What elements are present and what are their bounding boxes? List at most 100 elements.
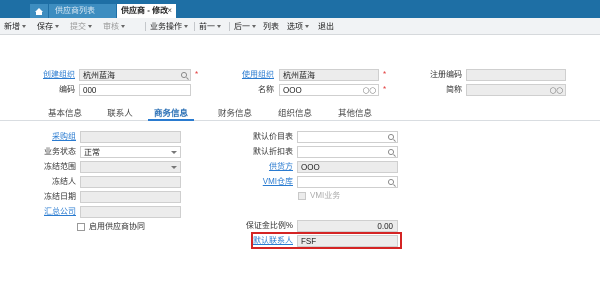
freezer-label: 冻结人 — [52, 177, 76, 186]
vmi-warehouse-label[interactable]: VMI仓库 — [240, 176, 293, 188]
audit-button[interactable]: 审核 — [103, 18, 125, 35]
vmi-warehouse-field[interactable] — [297, 176, 398, 188]
chevron-down-icon — [184, 25, 188, 29]
list-button-label: 列表 — [263, 22, 279, 31]
tab-basic-info[interactable]: 基本信息 — [40, 106, 90, 120]
audit-button-label: 审核 — [103, 22, 119, 31]
freezer-field[interactable] — [80, 176, 181, 188]
tab-finance-info[interactable]: 财务信息 — [212, 106, 258, 120]
code-label: 编码 — [59, 85, 75, 94]
required-mark: * — [383, 70, 387, 79]
settle-company-field[interactable] — [80, 206, 181, 218]
freeze-scope-select[interactable] — [80, 161, 181, 173]
submit-button[interactable]: 提交 — [70, 18, 92, 35]
tab-divider — [0, 120, 600, 121]
highlight-box — [251, 232, 402, 249]
search-icon[interactable] — [181, 72, 187, 78]
collab-label: 启用供应商协同 — [89, 222, 145, 231]
chevron-down-icon — [171, 166, 177, 169]
create-org-field[interactable]: 杭州蓝海 — [79, 69, 191, 81]
multilang-icon[interactable]: ◯◯ — [363, 88, 376, 94]
deposit-ratio-value: 0.00 — [377, 222, 393, 231]
chevron-down-icon — [171, 151, 177, 154]
freeze-scope-label: 冻结范围 — [44, 162, 76, 171]
chevron-down-icon — [252, 25, 256, 29]
toolbar-divider — [145, 22, 146, 31]
active-tab-indicator — [148, 119, 194, 121]
create-org-label[interactable]: 创建组织 — [40, 69, 75, 81]
prev-button[interactable]: 前一 — [199, 18, 221, 35]
default-discount-field[interactable] — [297, 146, 398, 158]
search-icon[interactable] — [388, 179, 394, 185]
chevron-down-icon — [88, 25, 92, 29]
supplier-value: OOO — [301, 163, 320, 172]
save-button[interactable]: 保存 — [37, 18, 59, 35]
settle-company-label[interactable]: 汇总公司 — [36, 206, 76, 218]
chevron-down-icon — [217, 25, 221, 29]
freeze-date-field[interactable] — [80, 191, 181, 203]
exit-button[interactable]: 退出 — [318, 18, 334, 35]
supplier-label[interactable]: 供货方 — [240, 161, 293, 173]
default-price-list-field[interactable] — [297, 131, 398, 143]
use-org-label[interactable]: 使用组织 — [232, 69, 274, 81]
tab-other-info[interactable]: 其他信息 — [332, 106, 378, 120]
chevron-down-icon — [121, 25, 125, 29]
toolbar-divider — [229, 22, 230, 31]
business-ops-button[interactable]: 业务操作 — [150, 18, 188, 35]
list-button[interactable]: 列表 — [263, 18, 279, 35]
name-field[interactable]: OOO ◯◯ — [279, 84, 379, 96]
search-icon[interactable] — [388, 149, 394, 155]
short-name-field[interactable]: ◯◯ — [466, 84, 566, 96]
toolbar-divider — [194, 22, 195, 31]
submit-button-label: 提交 — [70, 22, 86, 31]
buyer-group-label[interactable]: 采购组 — [36, 131, 76, 143]
name-value: OOO — [283, 86, 302, 95]
next-button[interactable]: 后一 — [234, 18, 256, 35]
search-icon[interactable] — [388, 134, 394, 140]
reg-code-label: 注册编码 — [430, 70, 462, 79]
status-label: 业务状态 — [44, 147, 76, 156]
chevron-down-icon — [305, 25, 309, 29]
reg-code-field[interactable] — [466, 69, 566, 81]
business-ops-button-label: 业务操作 — [150, 22, 182, 31]
status-value: 正常 — [84, 148, 100, 157]
tab-supplier-edit[interactable]: 供应商 - 修改 × — [117, 4, 176, 18]
supplier-field[interactable]: OOO — [297, 161, 398, 173]
buyer-group-field[interactable] — [80, 131, 181, 143]
home-tab[interactable] — [30, 4, 48, 18]
options-button-label: 选项 — [287, 22, 303, 31]
deposit-ratio-label: 保证金比例% — [245, 221, 293, 230]
freeze-date-label: 冻结日期 — [44, 192, 76, 201]
close-icon[interactable]: × — [167, 4, 172, 18]
required-mark: * — [195, 70, 199, 79]
chevron-down-icon — [55, 25, 59, 29]
vmi-business-checkbox[interactable] — [298, 192, 306, 200]
vmi-business-label: VMI业务 — [310, 191, 341, 200]
tab-supplier-edit-label: 供应商 - 修改 — [121, 6, 169, 15]
deposit-ratio-field[interactable]: 0.00 — [297, 220, 398, 232]
prev-button-label: 前一 — [199, 22, 215, 31]
save-button-label: 保存 — [37, 22, 53, 31]
chevron-down-icon — [22, 25, 26, 29]
next-button-label: 后一 — [234, 22, 250, 31]
toolbar: 新增 保存 提交 审核 业务操作 前一 后一 列表 选项 退出 — [0, 18, 600, 35]
tab-contacts[interactable]: 联系人 — [100, 106, 140, 120]
tab-supplier-list[interactable]: 供应商列表 — [49, 4, 116, 18]
new-button-label: 新增 — [4, 22, 20, 31]
name-label: 名称 — [258, 85, 274, 94]
tab-business-info[interactable]: 商务信息 — [148, 106, 194, 120]
multilang-icon[interactable]: ◯◯ — [550, 88, 563, 94]
code-field[interactable]: 000 — [79, 84, 191, 96]
default-price-list-label: 默认价目表 — [253, 132, 293, 141]
collab-checkbox[interactable] — [77, 223, 85, 231]
tab-supplier-list-label: 供应商列表 — [55, 6, 95, 15]
short-name-label: 简称 — [446, 85, 462, 94]
required-mark: * — [383, 85, 387, 94]
code-value: 000 — [83, 86, 97, 95]
options-button[interactable]: 选项 — [287, 18, 309, 35]
new-button[interactable]: 新增 — [4, 18, 26, 35]
tab-org-info[interactable]: 组织信息 — [272, 106, 318, 120]
use-org-field[interactable]: 杭州蓝海 — [279, 69, 379, 81]
window-tab-strip: 供应商列表 供应商 - 修改 × — [0, 0, 600, 18]
status-select[interactable]: 正常 — [80, 146, 181, 158]
